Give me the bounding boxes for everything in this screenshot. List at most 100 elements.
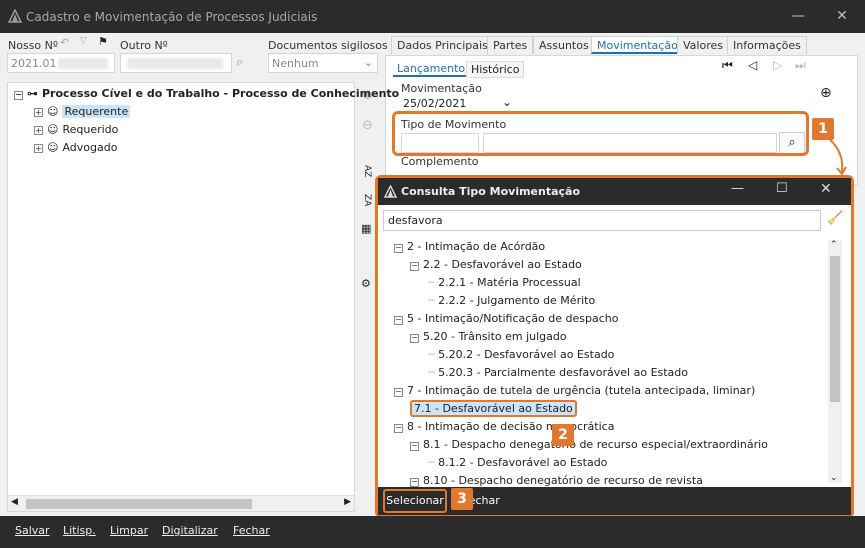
nosso-no-label: Nosso Nº [8,39,59,52]
selecionar-button[interactable]: Selecionar [383,489,447,513]
tab-movimentacao[interactable]: Movimentação [591,36,684,54]
add-icon[interactable]: ⊕ [820,85,832,101]
undo-icon[interactable]: ↶ [60,36,69,49]
subtab-historico[interactable]: Histórico [466,61,525,78]
tree-node-label: 8.10 - Despacho denegatório de recurso d… [423,474,703,487]
step-badge-1: 1 [812,118,834,140]
tree-item-requerido[interactable]: + ☺ Requerido [34,123,118,136]
chevron-down-icon: ⌄ [363,56,373,69]
expand-icon[interactable]: + [34,108,43,117]
collapse-icon[interactable]: − [394,244,403,253]
tree-node-label: 2.2 - Desfavorável ao Estado [423,258,582,271]
collapse-icon[interactable]: − [410,442,419,451]
step-badge-2: 2 [552,424,574,446]
tree-node[interactable]: −8.10 - Despacho denegatório de recurso … [410,474,703,487]
complemento-label: Complemento [401,155,479,168]
tree-node[interactable]: −8.1 - Despacho denegatório de recurso e… [410,438,768,451]
remove-icon[interactable]: ⊖ [362,118,373,133]
first-record-icon[interactable]: ⏮ [722,58,733,73]
tab-partes[interactable]: Partes [487,36,534,54]
close-icon[interactable]: ✕ [820,181,832,197]
tree-node-label: 7 - Intimação de tutela de urgência (tut… [407,384,756,397]
limpar-button[interactable]: Limpar [110,524,148,537]
docs-sigilosos-select[interactable]: Nenhum ⌄ [268,53,378,73]
tree-node-label: 8.1 - Despacho denegatório de recurso es… [423,438,768,451]
minimize-icon[interactable]: — [786,6,810,26]
fechar-button[interactable]: Fechar [233,524,270,537]
calendar-icon[interactable]: ▦ [361,222,371,235]
tree-node[interactable]: ┈ 5.20.3 - Parcialmente desfavorável ao … [428,366,688,379]
collapse-icon[interactable]: − [410,478,419,487]
scroll-right-icon[interactable]: ▶ [344,497,351,507]
dialog-title: Consulta Tipo Movimentação [401,185,581,198]
expand-icon[interactable]: + [34,126,43,135]
tree-node-label: 2.2.1 - Matéria Processual [438,276,581,289]
consulta-dialog: Consulta Tipo Movimentação — ☐ ✕ desfavo… [375,175,854,518]
docs-sigilosos-label: Documentos sigilosos [268,39,388,52]
tab-assuntos[interactable]: Assuntos [533,36,595,54]
last-record-icon[interactable]: ⏭ [795,58,806,73]
collapse-icon[interactable]: − [14,91,23,100]
tree-node[interactable]: −5 - Intimação/Notificação de despacho [394,312,619,325]
tree-item-advogado[interactable]: + ☺ Advogado [34,141,117,154]
tree-node-selected[interactable]: 7.1 - Desfavorável ao Estado [410,400,577,417]
horizontal-scrollbar[interactable]: ◀ ▶ [8,495,354,511]
collapse-icon[interactable]: − [410,262,419,271]
chevron-down-icon: ⌄ [501,95,512,109]
outro-no-label: Outro Nº [120,39,168,52]
tree-connector-icon: ┈ [428,294,439,307]
vertical-scrollbar[interactable]: ⌃ ⌄ [828,240,842,483]
window-title: Cadastro e Movimentação de Processos Jud… [26,10,318,24]
tab-informacoes[interactable]: Informações [727,36,807,54]
collapse-icon[interactable]: − [394,388,403,397]
tree-node[interactable]: ┈ 5.20.2 - Desfavorável ao Estado [428,348,614,361]
outro-no-field[interactable] [120,53,232,73]
person-icon: ☺ [47,105,59,118]
scroll-left-icon[interactable]: ◀ [11,497,18,507]
window-title-bar: Cadastro e Movimentação de Processos Jud… [0,0,865,33]
subtab-lancamento[interactable]: Lançamento [393,62,470,77]
sort-az-icon[interactable]: AZ [362,165,372,177]
tree-node[interactable]: −2.2 - Desfavorável ao Estado [410,258,582,271]
maximize-icon[interactable]: ☐ [776,181,788,196]
chevron-down-icon[interactable]: ▽ [80,36,87,46]
scroll-down-icon[interactable]: ⌄ [830,473,838,483]
tree-node[interactable]: −7 - Intimação de tutela de urgência (tu… [394,384,755,397]
scrollbar-thumb[interactable] [830,256,840,402]
dialog-search-input[interactable]: desfavora [383,210,821,231]
expand-icon[interactable]: + [34,144,43,153]
tree-node-label: 2.2.2 - Julgamento de Mérito [438,294,596,307]
collapse-icon[interactable]: − [410,334,419,343]
sort-za-icon[interactable]: ZA [362,194,372,206]
minimize-icon[interactable]: — [731,181,744,196]
salvar-button[interactable]: Salvar [15,524,50,537]
nosso-no-field[interactable]: 2021.01 [7,53,115,73]
tree-node-label: 5.20.3 - Parcialmente desfavorável ao Es… [438,366,689,379]
tree-root[interactable]: − ⊶ Processo Cível e do Trabalho - Process… [14,87,399,100]
scrollbar-thumb[interactable] [26,499,252,509]
tree-node[interactable]: −8 - Intimação de decisão monocrática [394,420,614,433]
collapse-icon[interactable]: − [394,424,403,433]
tree-node[interactable]: −5.20 - Trânsito em julgado [410,330,567,343]
prev-record-icon[interactable]: ◁ [748,58,757,72]
scroll-up-icon[interactable]: ⌃ [830,240,838,250]
tree-node[interactable]: ┈ 8.1.2 - Desfavorável ao Estado [428,456,607,469]
docs-sigilosos-value: Nenhum [272,57,319,70]
tree-item-requerente[interactable]: + ☺ Requerente [34,105,131,118]
settings-icon[interactable]: ⚙ [361,277,371,290]
hierarchy-icon: ⊶ [27,87,38,100]
tab-valores[interactable]: Valores [677,36,729,54]
tab-dados-principais[interactable]: Dados Principais [391,36,494,54]
litisp-button[interactable]: Litisp. [63,524,96,537]
bookmark-icon[interactable]: ⚑ [98,35,108,48]
tree-node[interactable]: ┈ 2.2.1 - Matéria Processual [428,276,581,289]
clear-filter-icon[interactable]: 🧹 [827,211,843,226]
digitalizar-button[interactable]: Digitalizar [162,524,218,537]
search-icon[interactable]: ⌕ [236,55,243,70]
collapse-icon[interactable]: − [394,316,403,325]
close-icon[interactable]: ✕ [830,6,854,26]
next-record-icon[interactable]: ▷ [773,58,782,72]
tree-node[interactable]: −2 - Intimação de Acórdão [394,240,545,253]
app-logo-icon [384,185,397,198]
tree-node[interactable]: ┈ 2.2.2 - Julgamento de Mérito [428,294,595,307]
